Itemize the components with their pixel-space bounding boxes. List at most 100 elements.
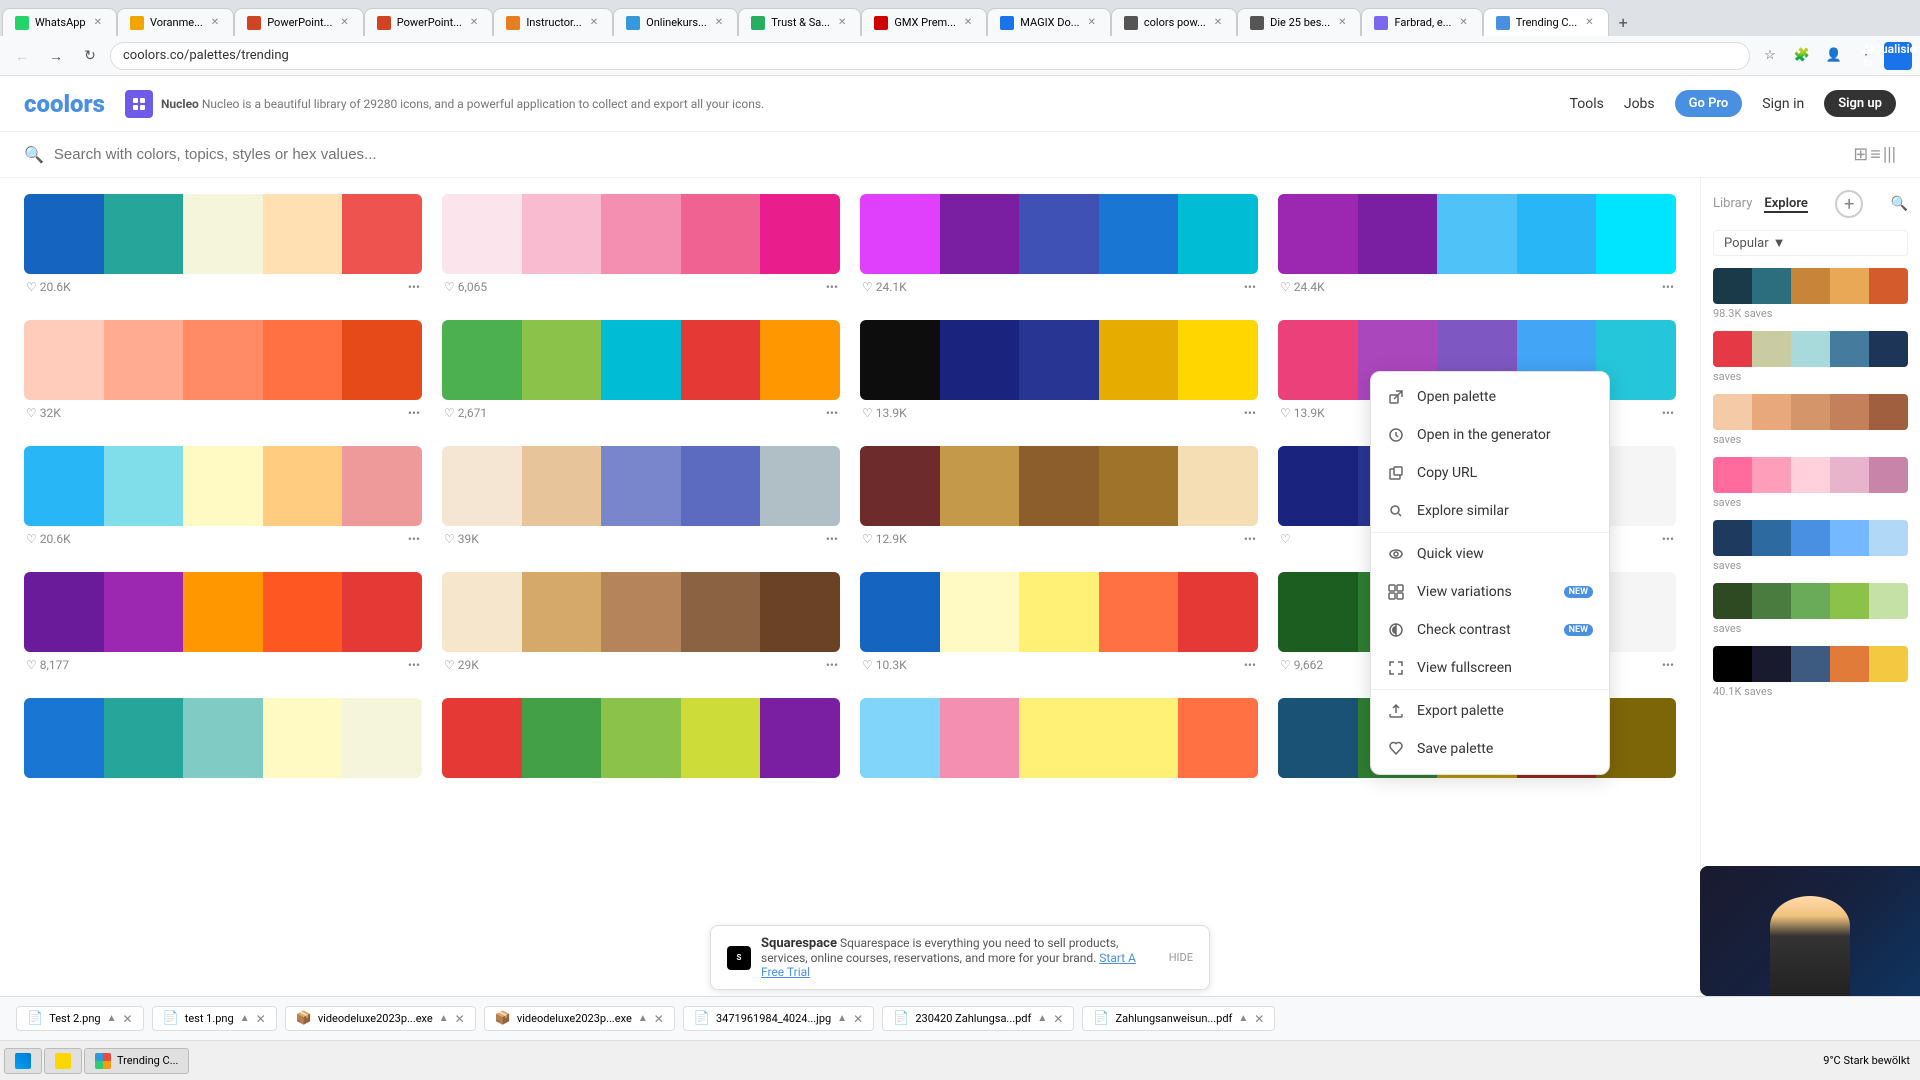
forward-button[interactable]: → [42,42,70,70]
palette-options[interactable]: ••• [1662,658,1674,672]
add-palette-button[interactable]: + [1835,190,1863,218]
taskbar-start[interactable] [4,1048,42,1074]
chevron-up-icon[interactable]: ▲ [439,1013,449,1024]
close-icon[interactable]: ✕ [122,1012,132,1026]
go-pro-button[interactable]: Go Pro [1675,90,1743,117]
tab-close-btn[interactable]: ✕ [468,15,480,30]
palette-options[interactable]: ••• [408,658,420,672]
palette-card[interactable] [24,698,422,778]
download-item[interactable]: 📦 videodeluxe2023p...exe ▲ ✕ [484,1006,675,1031]
profile-button[interactable]: 👤 [1820,42,1848,70]
tab-close-btn[interactable]: ✕ [962,15,974,30]
reload-button[interactable]: ↻ [76,42,104,70]
palette-options[interactable]: ••• [826,658,838,672]
context-menu-check-contrast[interactable]: Check contrast NEW [1371,611,1609,649]
ad-hide-button[interactable]: HIDE [1169,951,1193,964]
sidebar-palette-item[interactable]: saves [1713,331,1908,386]
palette-card[interactable]: ♡ 24.4K ••• [1278,194,1676,300]
tab-close-btn[interactable]: ✕ [1212,15,1224,30]
palette-card[interactable]: ♡ 20.6K ••• [24,194,422,300]
palette-card[interactable]: ♡ 12.9K ••• [860,446,1258,552]
tab-close-btn[interactable]: ✕ [1086,15,1098,30]
sidebar-palette-item[interactable]: 40.1K saves [1713,646,1908,701]
tab-close-btn[interactable]: ✕ [1583,15,1595,30]
sign-up-button[interactable]: Sign up [1824,90,1896,117]
address-bar[interactable]: coolors.co/palettes/trending [110,42,1750,70]
tab-gmx[interactable]: GMX Prem... ✕ [861,8,987,36]
palette-card[interactable]: ♡ 8,177 ••• [24,572,422,678]
close-icon[interactable]: ✕ [654,1012,664,1026]
context-menu-export-palette[interactable]: Export palette [1371,692,1609,730]
download-item[interactable]: 📄 3471961984_4024...jpg ▲ ✕ [683,1006,874,1031]
tab-close-btn[interactable]: ✕ [1336,15,1348,30]
sidebar-palette-item[interactable]: saves [1713,520,1908,575]
context-menu-view-fullscreen[interactable]: View fullscreen [1371,649,1609,687]
context-menu-copy-url[interactable]: Copy URL [1371,454,1609,492]
close-icon[interactable]: ✕ [455,1012,465,1026]
tab-close-btn[interactable]: ✕ [836,15,848,30]
palette-card[interactable]: ♡ 29K ••• [442,572,840,678]
palette-options[interactable]: ••• [1244,406,1256,420]
tab-onlinekurs[interactable]: Onlinekurs... ✕ [613,8,738,36]
palette-card[interactable]: ♡ 24.1K ••• [860,194,1258,300]
palette-card[interactable]: ♡ 6,065 ••• [442,194,840,300]
palette-options[interactable]: ••• [1662,280,1674,294]
nav-tools[interactable]: Tools [1570,96,1604,112]
palette-card[interactable]: ♡ 39K ••• [442,446,840,552]
compact-view-icon[interactable]: ||| [1883,144,1896,165]
download-item[interactable]: 📄 Zahlungsanweisun...pdf ▲ ✕ [1082,1006,1275,1031]
extensions-button[interactable]: 🧩 [1788,42,1816,70]
context-menu-explore-similar[interactable]: Explore similar [1371,492,1609,530]
tab-farbrad[interactable]: Farbrad, e... ✕ [1361,8,1482,36]
back-button[interactable]: ← [8,42,36,70]
palette-options[interactable]: ••• [826,406,838,420]
sidebar-palette-item[interactable]: saves [1713,583,1908,638]
palette-card[interactable]: ♡ 10.3K ••• [860,572,1258,678]
palette-card[interactable]: ♡ 2,671 ••• [442,320,840,426]
tab-instructor[interactable]: Instructor... ✕ [493,8,613,36]
palette-card[interactable] [442,698,840,778]
sidebar-search-button[interactable]: 🔍 [1891,196,1908,212]
taskbar-chrome[interactable]: Trending C... [84,1048,189,1074]
chevron-up-icon[interactable]: ▲ [1238,1013,1248,1024]
taskbar-file-explorer[interactable] [44,1048,82,1074]
context-menu-view-variations[interactable]: View variations NEW [1371,573,1609,611]
sidebar-tab-explore[interactable]: Explore [1764,196,1808,213]
sidebar-palette-item[interactable]: saves [1713,457,1908,512]
sidebar-tab-library[interactable]: Library [1713,196,1752,213]
coolors-logo[interactable]: coolors [24,90,105,118]
popular-dropdown[interactable]: Popular ▼ [1713,230,1908,256]
palette-card[interactable]: ♡ 13.9K ••• [860,320,1258,426]
tab-close-btn[interactable]: ✕ [1457,15,1469,30]
chevron-up-icon[interactable]: ▲ [837,1013,847,1024]
tab-close-btn[interactable]: ✕ [209,15,221,30]
chevron-up-icon[interactable]: ▲ [107,1013,117,1024]
sidebar-palette-item[interactable]: saves [1713,394,1908,449]
tab-trust[interactable]: Trust & Sa... ✕ [738,8,861,36]
chevron-up-icon[interactable]: ▲ [1037,1013,1047,1024]
palette-options[interactable]: ••• [408,280,420,294]
nav-sign-in[interactable]: Sign in [1762,96,1804,112]
tab-close-btn[interactable]: ✕ [588,15,600,30]
list-view-icon[interactable]: ≡ [1870,144,1881,165]
download-item[interactable]: 📄 test 1.png ▲ ✕ [152,1006,277,1031]
palette-card[interactable] [860,698,1258,778]
palette-options[interactable]: ••• [408,406,420,420]
context-menu-save-palette[interactable]: Save palette [1371,730,1609,768]
context-menu-open-palette[interactable]: Open palette [1371,378,1609,416]
palette-options[interactable]: ••• [1244,658,1256,672]
nav-jobs[interactable]: Jobs [1624,96,1655,112]
tab-colors[interactable]: colors pow... ✕ [1111,8,1237,36]
close-icon[interactable]: ✕ [1053,1012,1063,1026]
update-button[interactable]: Aktualisieren ↻ [1884,42,1912,70]
tab-whatsapp[interactable]: WhatsApp ✕ [2,8,117,36]
tab-close-btn[interactable]: ✕ [338,15,350,30]
tab-close-btn[interactable]: ✕ [713,15,725,30]
tab-close-btn[interactable]: ✕ [92,15,104,30]
tab-die25[interactable]: Die 25 bes... ✕ [1237,8,1361,36]
chevron-up-icon[interactable]: ▲ [638,1013,648,1024]
tab-trending[interactable]: Trending C... ✕ [1483,8,1609,36]
tab-powerpoint2[interactable]: PowerPoint... ✕ [364,8,494,36]
palette-options[interactable]: ••• [1662,532,1674,546]
search-input[interactable] [54,146,1843,163]
